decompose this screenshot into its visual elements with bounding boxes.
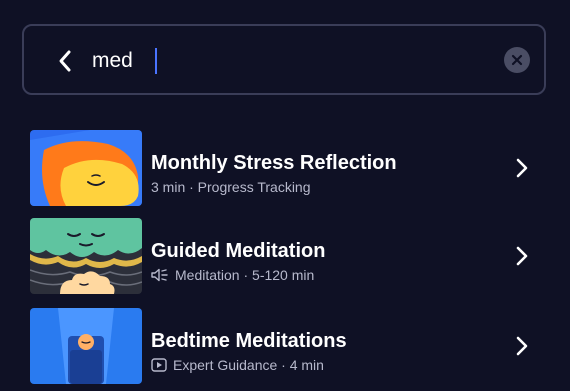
chevron-right-icon	[512, 242, 532, 270]
clear-search-button[interactable]	[504, 47, 530, 73]
result-title: Guided Meditation	[151, 240, 326, 262]
result-item-bedtime-meditations[interactable]: Bedtime Meditations Expert Guidance · 4 …	[30, 308, 540, 384]
chevron-right-icon	[512, 332, 532, 360]
text-cursor	[155, 48, 157, 74]
result-meta: Expert Guidance · 4 min	[151, 357, 324, 373]
result-text: Monthly Stress Reflection 3 min · Progre…	[151, 130, 491, 206]
result-meta-text: Meditation · 5-120 min	[175, 267, 315, 283]
meditating-face-illustration	[30, 218, 142, 294]
result-title: Monthly Stress Reflection	[151, 152, 397, 174]
result-title: Bedtime Meditations	[151, 330, 347, 352]
result-thumbnail	[30, 308, 142, 384]
search-screen: Monthly Stress Reflection 3 min · Progre…	[0, 0, 570, 391]
search-bar	[22, 24, 546, 95]
result-item-monthly-stress-reflection[interactable]: Monthly Stress Reflection 3 min · Progre…	[30, 130, 540, 206]
result-thumbnail	[30, 130, 142, 206]
smiling-sun-illustration	[30, 130, 142, 206]
result-text: Bedtime Meditations Expert Guidance · 4 …	[151, 308, 491, 384]
back-button[interactable]	[50, 44, 80, 78]
bedtime-figure-illustration	[30, 308, 142, 384]
speaker-icon	[151, 268, 169, 282]
result-meta: Meditation · 5-120 min	[151, 267, 314, 283]
search-input[interactable]	[90, 40, 474, 82]
play-icon	[151, 358, 167, 372]
result-item-guided-meditation[interactable]: Guided Meditation Meditation · 5-120 min	[30, 218, 540, 294]
result-meta-text: Expert Guidance · 4 min	[173, 357, 324, 373]
chevron-left-icon	[59, 50, 71, 72]
chevron-right-icon	[512, 154, 532, 182]
result-thumbnail	[30, 218, 142, 294]
result-text: Guided Meditation Meditation · 5-120 min	[151, 218, 491, 294]
result-meta-text: 3 min · Progress Tracking	[151, 179, 311, 195]
result-meta: 3 min · Progress Tracking	[151, 179, 311, 195]
close-icon	[511, 54, 523, 66]
